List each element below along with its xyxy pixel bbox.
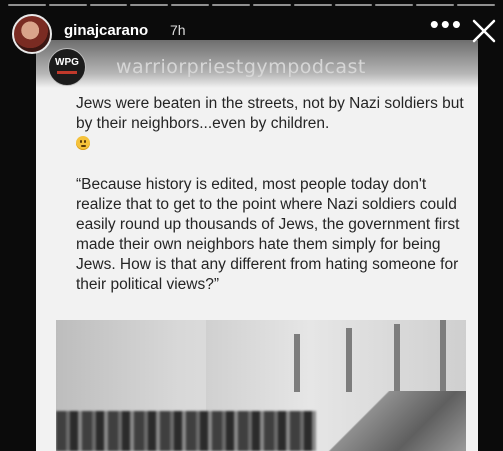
progress-segment	[48, 4, 87, 6]
progress-segment	[375, 4, 414, 6]
progress-segment	[457, 4, 495, 6]
progress-segment	[252, 4, 291, 6]
post-quote: “Because history is edited, most people …	[76, 176, 460, 293]
photo-window	[440, 320, 446, 394]
progress-segment	[293, 4, 332, 6]
frowning-face-icon	[76, 136, 90, 150]
progress-segment	[416, 4, 455, 6]
historical-photo	[56, 320, 466, 451]
post-card: WPG warriorpriestgympodcast Jews were be…	[36, 40, 478, 451]
story-timestamp: 7h	[170, 22, 186, 38]
logo-bar	[57, 71, 77, 74]
photo-window	[346, 328, 352, 392]
progress-segment	[334, 4, 373, 6]
post-paragraph-1: Jews were beaten in the streets, not by …	[76, 95, 464, 132]
post-handle[interactable]: warriorpriestgympodcast	[116, 56, 366, 78]
photo-window	[294, 334, 300, 392]
logo-text: WPG	[55, 57, 79, 68]
photo-crowd	[56, 411, 316, 451]
photo-rubble	[296, 391, 466, 451]
story-header: ginajcarano 7h •••	[0, 10, 503, 54]
avatar[interactable]	[12, 14, 52, 54]
progress-segment	[8, 4, 46, 6]
progress-segment	[130, 4, 169, 6]
story-progress-bar	[8, 4, 495, 6]
story-username[interactable]: ginajcarano	[64, 22, 148, 39]
photo-window	[394, 324, 400, 394]
more-options-icon[interactable]: •••	[430, 11, 463, 37]
progress-segment	[171, 4, 210, 6]
progress-segment	[212, 4, 250, 6]
podcast-logo[interactable]: WPG	[48, 48, 86, 86]
close-icon[interactable]	[471, 18, 497, 44]
progress-segment	[89, 4, 128, 6]
